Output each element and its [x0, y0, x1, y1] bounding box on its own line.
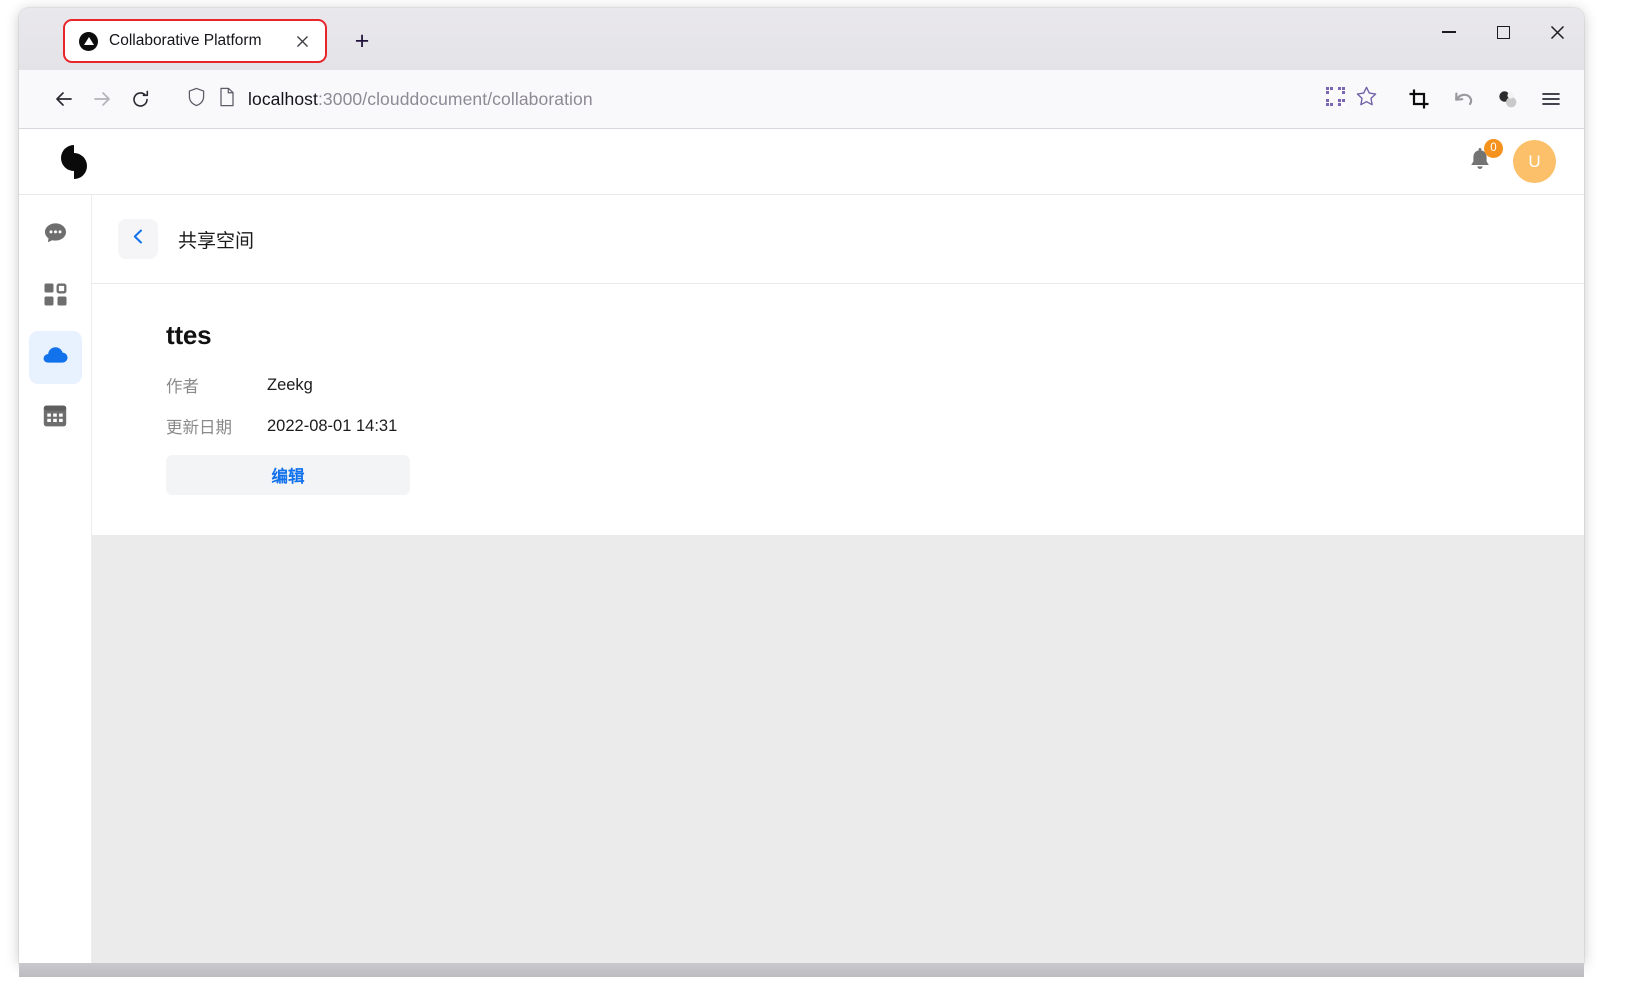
undo-arrow-icon[interactable] [1444, 80, 1482, 118]
url-bar[interactable]: localhost:3000/clouddocument/collaborati… [179, 81, 1386, 117]
grid-apps-icon [43, 282, 68, 312]
notifications-button[interactable]: 0 [1467, 138, 1503, 177]
main-content: 共享空间 ttes 作者 Zeekg 更新日期 2022-08-01 14:31… [92, 195, 1584, 963]
sidebar [19, 195, 92, 963]
meta-value-author: Zeekg [267, 375, 313, 394]
qr-code-icon[interactable] [1324, 85, 1347, 113]
tab-title: Collaborative Platform [109, 32, 262, 49]
document-meta-row: 作者 Zeekg [166, 373, 1584, 397]
extension-spheres-icon[interactable] [1488, 80, 1526, 118]
sidebar-item-cloud-document[interactable] [28, 331, 82, 384]
notification-badge: 0 [1484, 138, 1503, 158]
shield-icon[interactable] [187, 87, 206, 112]
app-viewport: 0 U 共享空间 ttes 作者 Zeekg 更新日期 2022-08-01 1… [19, 129, 1584, 963]
navigation-toolbar: localhost:3000/clouddocument/collaborati… [19, 70, 1584, 129]
minimize-icon[interactable] [1422, 8, 1476, 56]
triangle-in-circle-favicon [79, 31, 98, 51]
browser-window: Collaborative Platform + localhost:3000/… [19, 8, 1584, 963]
url-path: :3000/clouddocument/collaboration [317, 88, 593, 109]
page-title: 共享空间 [178, 230, 255, 252]
meta-label-author: 作者 [166, 378, 199, 396]
star-bookmark-icon[interactable] [1355, 85, 1378, 113]
reload-icon[interactable] [121, 80, 159, 118]
meta-label-updated: 更新日期 [166, 419, 232, 437]
close-icon[interactable] [1530, 8, 1584, 56]
forward-arrow-icon[interactable] [83, 80, 121, 118]
browser-tab[interactable]: Collaborative Platform [63, 19, 327, 63]
meta-value-updated: 2022-08-01 14:31 [267, 416, 398, 435]
chat-bubble-icon [42, 220, 69, 252]
sidebar-item-chat[interactable] [29, 209, 82, 262]
new-tab-button[interactable]: + [345, 24, 379, 58]
maximize-icon[interactable] [1476, 8, 1530, 56]
avatar[interactable]: U [1513, 140, 1556, 183]
crop-screenshot-icon[interactable] [1400, 80, 1438, 118]
document-title: ttes [166, 320, 212, 350]
document-detail-card: ttes 作者 Zeekg 更新日期 2022-08-01 14:31 编辑 [92, 284, 1584, 535]
page-document-icon[interactable] [218, 87, 236, 112]
document-meta-row: 更新日期 2022-08-01 14:31 [166, 414, 1584, 438]
sidebar-item-calendar[interactable] [29, 392, 82, 445]
breadcrumb: 共享空间 [92, 195, 1584, 284]
app-body: 共享空间 ttes 作者 Zeekg 更新日期 2022-08-01 14:31… [19, 195, 1584, 963]
close-icon[interactable] [290, 29, 314, 53]
url-host: localhost [248, 88, 318, 109]
url-bar-actions [1324, 85, 1378, 113]
edit-button[interactable]: 编辑 [166, 455, 410, 495]
calendar-grid-icon [42, 403, 68, 434]
chevron-left-icon [130, 228, 147, 250]
window-controls [1422, 8, 1584, 56]
back-arrow-icon[interactable] [45, 80, 83, 118]
sidebar-item-apps[interactable] [29, 270, 82, 323]
browser-toolbar-actions [1400, 80, 1570, 118]
app-header: 0 U [19, 129, 1584, 195]
tab-strip: Collaborative Platform + [19, 8, 1584, 70]
back-button[interactable] [118, 219, 158, 259]
split-circle-logo[interactable] [57, 143, 95, 181]
cloud-icon [41, 341, 70, 375]
hamburger-menu-icon[interactable] [1532, 80, 1570, 118]
content-empty-area [92, 535, 1584, 963]
window-bottom-edge [19, 963, 1584, 977]
url-text: localhost:3000/clouddocument/collaborati… [248, 89, 593, 110]
app-header-actions: 0 U [1467, 138, 1556, 183]
